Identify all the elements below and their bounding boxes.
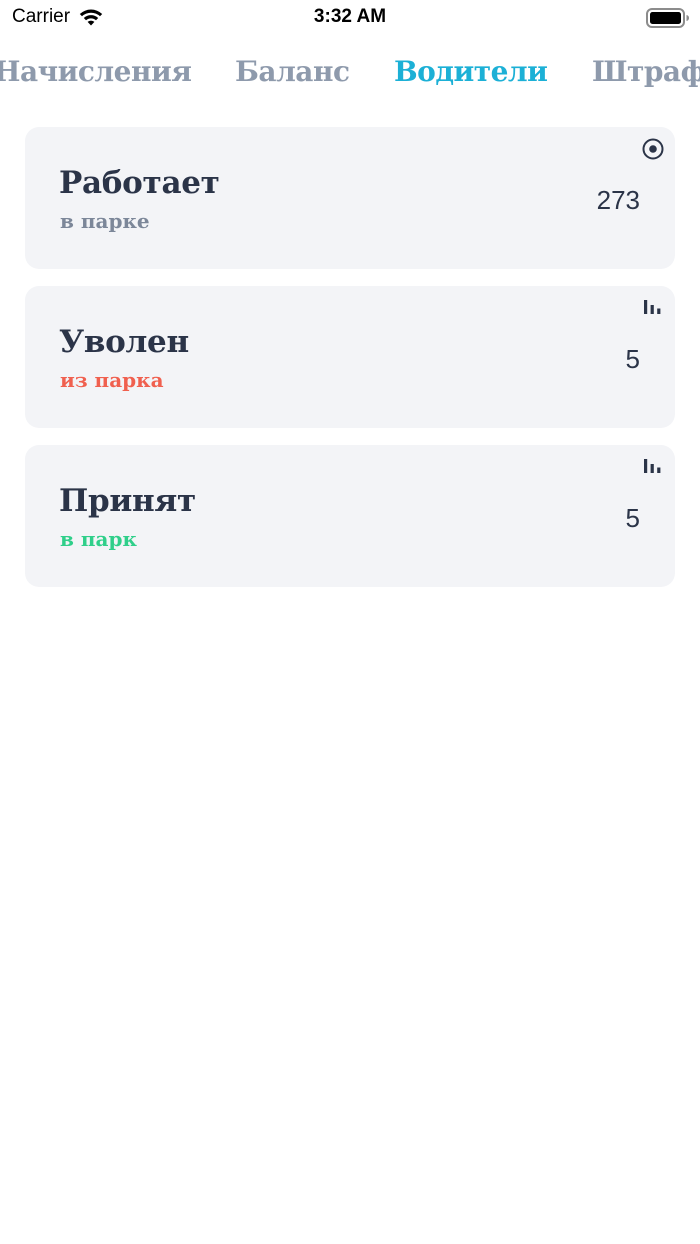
tab-fines[interactable]: Штраф <box>592 52 700 92</box>
driver-status-card-working[interactable]: Работает в парке 273 <box>25 127 675 269</box>
card-subtitle: в парк <box>60 527 137 551</box>
card-title: Принят <box>59 483 196 519</box>
card-count: 273 <box>596 185 640 215</box>
bar-chart-icon[interactable] <box>641 296 665 320</box>
card-count: 5 <box>625 344 640 374</box>
card-title: Уволен <box>59 324 189 360</box>
tab-balance[interactable]: Баланс <box>235 52 350 92</box>
card-count: 5 <box>625 503 640 533</box>
status-bar: Carrier 3:32 AM <box>0 0 700 40</box>
tab-drivers[interactable]: Водители <box>394 52 548 92</box>
status-time: 3:32 AM <box>313 6 387 27</box>
driver-status-card-hired[interactable]: Принят в парк 5 <box>25 445 675 587</box>
radio-target-icon[interactable] <box>641 137 665 161</box>
tab-accruals[interactable]: Начисления <box>0 52 192 92</box>
driver-status-card-dismissed[interactable]: Уволен из парка 5 <box>25 286 675 428</box>
battery-icon <box>646 8 689 28</box>
bar-chart-icon[interactable] <box>641 455 665 479</box>
segment-tabs: Начисления Баланс Водители Штраф <box>0 52 700 96</box>
card-subtitle: из парка <box>60 368 164 392</box>
card-title: Работает <box>59 165 220 201</box>
card-subtitle: в парке <box>60 209 150 233</box>
